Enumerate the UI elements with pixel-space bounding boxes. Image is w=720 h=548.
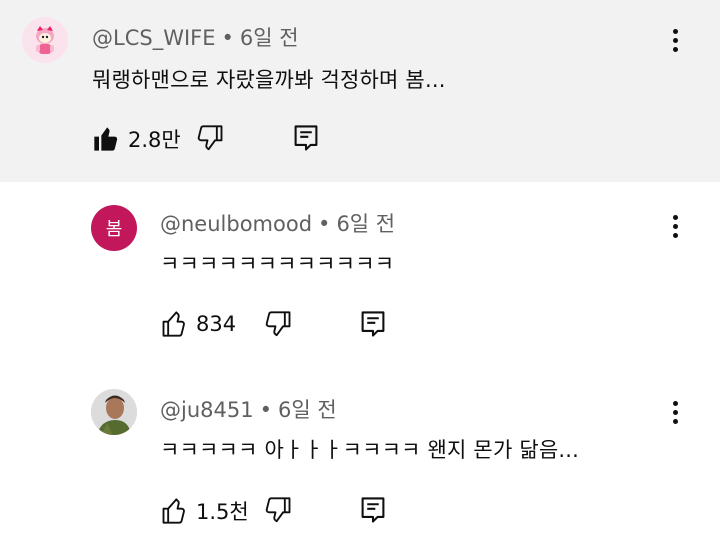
thumbs-up-icon	[162, 311, 185, 337]
avatar[interactable]: 봄	[91, 205, 137, 251]
comment-text: ㅋㅋㅋㅋㅋㅋㅋㅋㅋㅋㅋㅋ	[160, 252, 395, 276]
thumbs-down-icon	[265, 311, 291, 337]
avatar[interactable]	[91, 389, 137, 435]
avatar[interactable]	[22, 17, 68, 63]
reply-icon	[361, 311, 385, 337]
comment-meta: @LCS_WIFE • 6일 전	[92, 22, 299, 52]
comment-meta: @neulbomood • 6일 전	[160, 208, 395, 238]
thumbs-up-icon	[162, 498, 185, 524]
cartoon-character-icon	[22, 17, 68, 63]
like-button[interactable]: 834	[160, 310, 236, 338]
comment-age: 6일 전	[239, 26, 299, 50]
reply-item: 봄 @neulbomood • 6일 전 ㅋㅋㅋㅋㅋㅋㅋㅋㅋㅋㅋㅋ 834	[0, 182, 720, 364]
reply-item: @ju8451 • 6일 전 ㅋㅋㅋㅋㅋ 아ㅏㅏㅏㅋㅋㅋㅋ 왠지 몬가 닮음... …	[0, 364, 720, 548]
thumbs-up-filled-icon	[94, 127, 118, 151]
dislike-button[interactable]	[197, 124, 225, 152]
reply-icon	[361, 497, 385, 523]
author-handle[interactable]: @ju8451	[160, 398, 254, 422]
reply-icon	[294, 125, 318, 151]
author-handle[interactable]: @neulbomood	[160, 212, 312, 236]
avatar-letter: 봄	[105, 219, 123, 240]
person-photo-icon	[91, 389, 137, 435]
reply-button[interactable]	[292, 123, 320, 153]
comment-text: 뭐랭하맨으로 자랐을까봐 걱정하며 봄...	[92, 68, 446, 92]
dislike-button[interactable]	[265, 310, 293, 338]
comment-age: 6일 전	[336, 212, 396, 236]
more-options-icon[interactable]	[662, 209, 690, 245]
dislike-button[interactable]	[265, 496, 293, 524]
like-count: 834	[196, 312, 237, 336]
meta-separator: •	[221, 26, 234, 50]
more-options-icon[interactable]	[662, 395, 690, 431]
reply-button[interactable]	[359, 309, 387, 339]
thumbs-down-icon	[197, 125, 223, 151]
like-count: 1.5천	[196, 500, 249, 524]
reply-button[interactable]	[359, 495, 387, 525]
comment-meta: @ju8451 • 6일 전	[160, 394, 337, 424]
comment-text: ㅋㅋㅋㅋㅋ 아ㅏㅏㅏㅋㅋㅋㅋ 왠지 몬가 닮음...	[160, 438, 580, 462]
author-handle[interactable]: @LCS_WIFE	[92, 26, 216, 50]
thumbs-down-icon	[265, 497, 291, 523]
like-count: 2.8만	[128, 128, 181, 152]
like-button[interactable]: 2.8만	[92, 124, 181, 154]
meta-separator: •	[318, 212, 331, 236]
meta-separator: •	[259, 398, 272, 422]
comment-age: 6일 전	[277, 398, 337, 422]
comment-item: @LCS_WIFE • 6일 전 뭐랭하맨으로 자랐을까봐 걱정하며 봄... 2.…	[0, 0, 720, 182]
more-options-icon[interactable]	[662, 23, 690, 59]
like-button[interactable]: 1.5천	[160, 496, 249, 526]
